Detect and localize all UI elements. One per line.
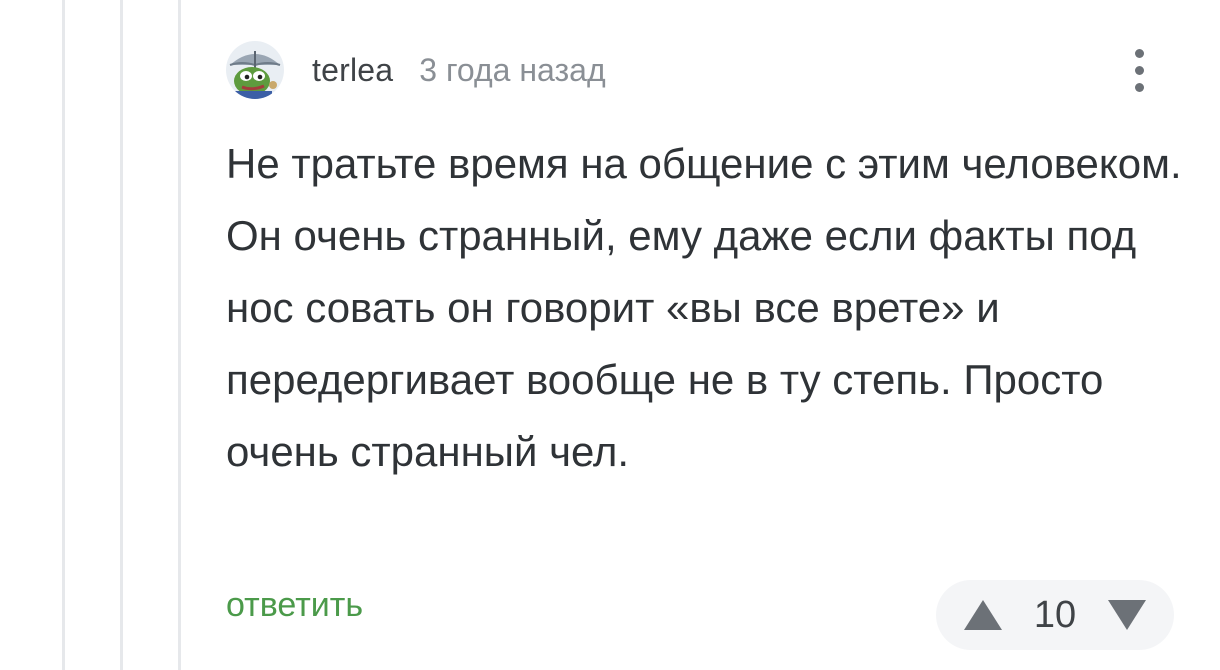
thread-indent-line [62, 0, 65, 670]
thread-indent-line [120, 0, 123, 670]
triangle-down-icon [1108, 600, 1146, 630]
triangle-up-icon [964, 600, 1002, 630]
previous-comment-cutoff [226, 0, 376, 4]
comment-rating: 10 [936, 580, 1174, 650]
upvote-button[interactable] [962, 595, 1004, 635]
comment-text: Не тратьте время на общение с этим челов… [226, 140, 1182, 475]
rating-value: 10 [1033, 593, 1077, 636]
downvote-button[interactable] [1106, 595, 1148, 635]
comment-author[interactable]: terlea [312, 52, 393, 89]
comment-timestamp: 3 года назад [419, 51, 606, 88]
avatar[interactable] [226, 41, 284, 99]
more-options-icon[interactable] [1124, 40, 1154, 100]
reply-button[interactable]: ответить [226, 586, 363, 625]
thread-indent-line [178, 0, 181, 670]
comment-header: terlea 3 года назад [226, 40, 606, 100]
pepe-avatar-icon [226, 41, 284, 99]
